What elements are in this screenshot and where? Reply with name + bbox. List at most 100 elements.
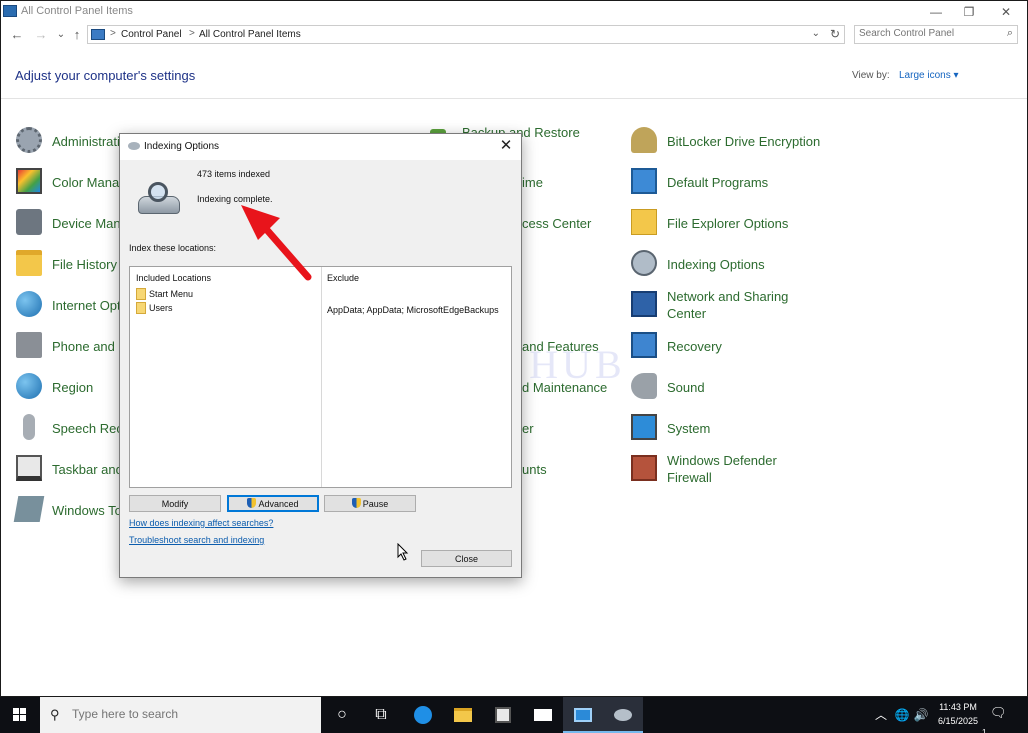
item-label: Color Manag: [52, 175, 127, 190]
item-default-programs[interactable]: Default Programs: [631, 165, 831, 199]
address-bar[interactable]: > Control Panel > All Control Panel Item…: [87, 25, 845, 44]
item-label: File Explorer Options: [667, 216, 789, 231]
item-network-and-sharing-center[interactable]: Network and Sharing Center: [631, 288, 831, 322]
taskbar-app-file-explorer[interactable]: [443, 697, 483, 733]
item-label: Windows Defender Firewall: [667, 452, 777, 486]
item-label: Network and Sharing Center: [667, 288, 788, 322]
up-button[interactable]: ↑: [69, 26, 85, 44]
item-region[interactable]: Region: [16, 370, 126, 404]
taskbar-search-input[interactable]: [72, 707, 312, 721]
internet-options-icon: [16, 291, 42, 317]
breadcrumb-separator: >: [189, 28, 195, 39]
item-label-line-2: Firewall: [667, 470, 712, 485]
item-device-manager[interactable]: Device Mana: [16, 206, 128, 240]
microphone-icon: [23, 414, 35, 440]
forward-button[interactable]: →: [33, 26, 49, 44]
item-color-management[interactable]: Color Manag: [16, 165, 126, 199]
back-button[interactable]: ←: [9, 26, 25, 44]
minimize-button[interactable]: —: [921, 3, 951, 21]
exclude-list: AppData; AppData; MicrosoftEdgeBackups: [327, 305, 499, 315]
refresh-icon[interactable]: ↻: [830, 27, 840, 41]
item-file-history[interactable]: File History: [16, 247, 126, 281]
clock[interactable]: 11:43 PM 6/15/2025: [928, 700, 988, 728]
search-box[interactable]: ⌕: [854, 25, 1018, 44]
windows-logo-icon: [13, 708, 19, 714]
item-speech-recognition[interactable]: Speech Reco: [16, 411, 130, 445]
item-label: Taskbar and: [52, 462, 123, 477]
breadcrumb-all-items[interactable]: All Control Panel Items: [199, 29, 301, 40]
item-phone-and-modem[interactable]: Phone and M: [16, 329, 129, 363]
how-indexing-affects-searches-link[interactable]: How does indexing affect searches?: [129, 518, 273, 528]
store-icon: [495, 706, 511, 723]
control-panel-icon: [574, 707, 592, 722]
items-indexed-count: 473 items indexed: [197, 169, 271, 179]
folder-icon: [454, 707, 472, 722]
windows-logo-icon: [20, 715, 26, 721]
item-taskbar-and-navigation[interactable]: Taskbar and: [16, 452, 126, 486]
clock-time: 11:43 PM: [939, 702, 977, 712]
item-indexing-options[interactable]: Indexing Options: [631, 247, 831, 281]
advanced-button-label: Advanced: [258, 499, 299, 509]
item-windows-tools[interactable]: Windows To: [13, 493, 126, 527]
default-programs-icon: [631, 168, 657, 194]
location-name: Users: [149, 303, 173, 313]
item-bitlocker[interactable]: BitLocker Drive Encryption: [631, 124, 831, 158]
speaker-icon: [631, 373, 657, 399]
restore-button[interactable]: ❐: [954, 3, 984, 21]
control-panel-icon: [91, 29, 105, 40]
indexing-status: Indexing complete.: [197, 194, 273, 204]
action-center-button[interactable]: 🗨1: [982, 705, 1010, 733]
dialog-close-action-button[interactable]: Close: [421, 550, 512, 567]
advanced-button[interactable]: Advanced: [227, 495, 319, 512]
item-label: Windows To: [52, 503, 122, 518]
firewall-icon: [631, 455, 657, 481]
item-label: ime: [522, 175, 543, 190]
address-dropdown-icon[interactable]: ⌄: [812, 28, 820, 39]
column-header-included: Included Locations: [136, 273, 212, 283]
taskbar: ⚲ ○ ⧉ ︿ 🌐 🔊 11:43 PM 6/15/2025 🗨1: [0, 697, 1028, 733]
file-explorer-options-icon: [631, 209, 657, 235]
task-view-button[interactable]: ⧉: [361, 697, 401, 733]
network-icon[interactable]: 🌐: [892, 697, 912, 733]
taskbar-app-store[interactable]: [483, 697, 523, 733]
item-recovery[interactable]: Recovery: [631, 329, 831, 363]
uac-shield-icon: [351, 498, 361, 508]
dialog-title-bar: Indexing Options ✕: [120, 134, 521, 160]
breadcrumb-control-panel[interactable]: Control Panel: [121, 29, 182, 40]
dialog-close-button[interactable]: ✕: [495, 136, 517, 156]
close-button[interactable]: ✕: [991, 3, 1021, 21]
item-windows-defender-firewall[interactable]: Windows Defender Firewall: [631, 452, 831, 486]
item-label: unts: [522, 462, 547, 477]
folder-icon: [136, 288, 146, 300]
notification-count: 1: [982, 728, 987, 733]
pause-button[interactable]: Pause: [324, 495, 416, 512]
view-by-dropdown[interactable]: Large icons ▾: [899, 70, 959, 81]
item-internet-options[interactable]: Internet Opt: [16, 288, 126, 322]
modify-button[interactable]: Modify: [129, 495, 221, 512]
taskbar-search-box[interactable]: ⚲: [40, 697, 321, 733]
indexing-options-dialog: Indexing Options ✕ 473 items indexed Ind…: [119, 133, 522, 578]
show-hidden-icons-chevron-icon[interactable]: ︿: [872, 697, 890, 733]
item-administrative-tools[interactable]: Administrati: [16, 124, 126, 158]
search-input[interactable]: [859, 28, 999, 39]
locations-list[interactable]: Included Locations Exclude Start Menu Us…: [129, 266, 512, 488]
troubleshoot-search-link[interactable]: Troubleshoot search and indexing: [129, 535, 264, 545]
taskbar-app-mail[interactable]: [523, 697, 563, 733]
recovery-icon: [631, 332, 657, 358]
start-button[interactable]: [0, 697, 40, 733]
dialog-title: Indexing Options: [144, 141, 220, 152]
item-file-explorer-options[interactable]: File Explorer Options: [631, 206, 831, 240]
taskbar-app-indexing-options[interactable]: [603, 697, 643, 733]
indexing-options-icon: [128, 142, 140, 150]
item-system[interactable]: System: [631, 411, 831, 445]
item-sound[interactable]: Sound: [631, 370, 831, 404]
taskbar-app-control-panel[interactable]: [563, 697, 603, 733]
network-icon: [631, 291, 657, 317]
item-label: File History: [52, 257, 118, 272]
uac-shield-icon: [247, 498, 257, 508]
color-management-icon: [16, 168, 42, 194]
taskbar-app-edge[interactable]: [403, 697, 443, 733]
folder-icon: [136, 302, 146, 314]
cortana-button[interactable]: ○: [322, 697, 362, 733]
recent-locations-button[interactable]: ⌄: [53, 26, 69, 44]
